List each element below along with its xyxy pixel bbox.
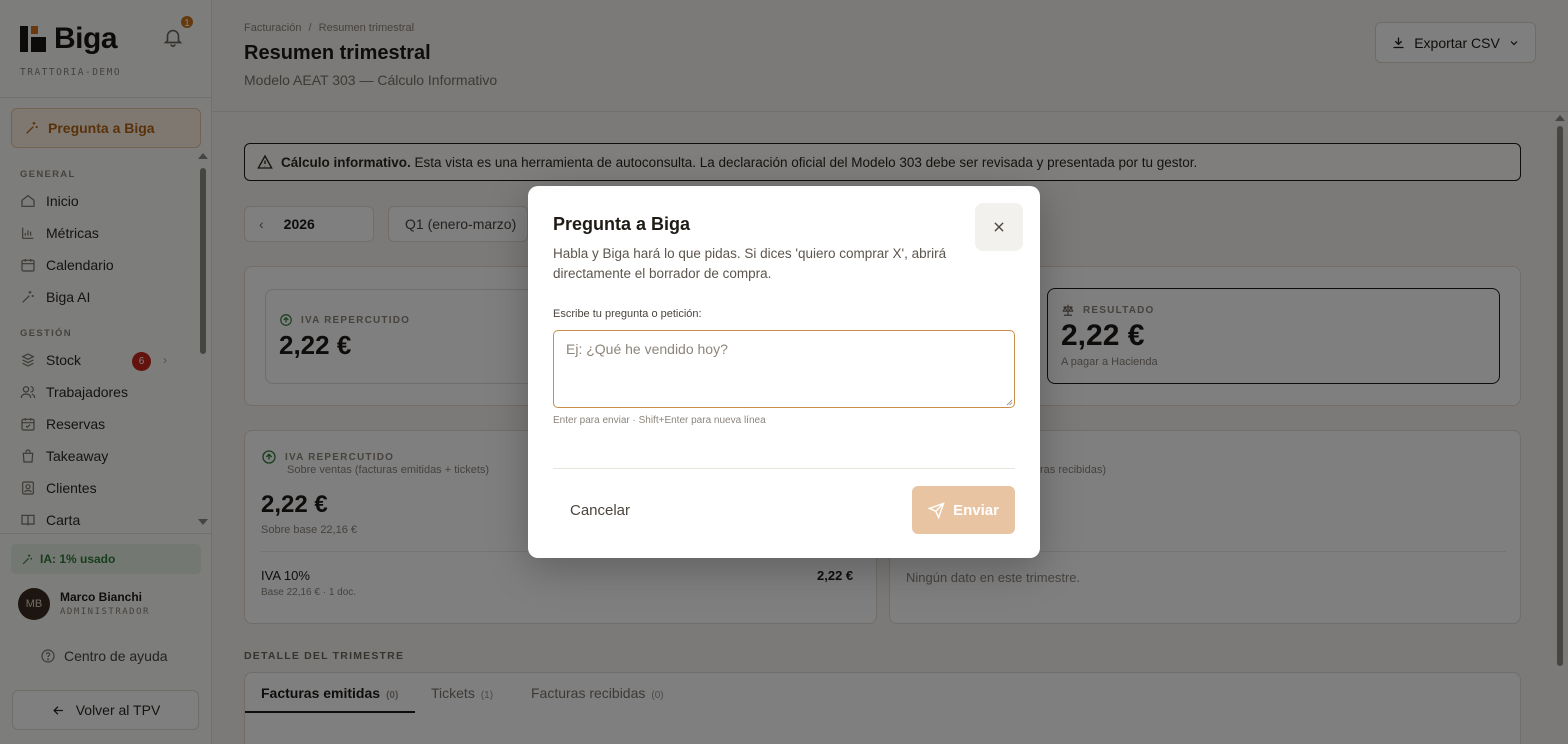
close-icon <box>994 222 1004 232</box>
cancel-button[interactable]: Cancelar <box>553 486 647 534</box>
send-icon <box>928 501 945 519</box>
input-hint: Enter para enviar · Shift+Enter para nue… <box>553 415 766 426</box>
divider <box>553 468 1015 469</box>
question-input[interactable] <box>553 330 1015 408</box>
dialog-description: Habla y Biga hará lo que pidas. Si dices… <box>553 246 947 281</box>
dialog-title: Pregunta a Biga <box>553 214 691 234</box>
resize-grip-icon[interactable] <box>1006 399 1013 406</box>
send-label: Enviar <box>953 501 999 519</box>
send-button[interactable]: Enviar <box>912 486 1015 534</box>
close-button[interactable] <box>975 203 1023 251</box>
ask-biga-dialog: Pregunta a Biga Habla y Biga hará lo que… <box>528 186 1040 558</box>
question-field-label: Escribe tu pregunta o petición: <box>553 308 702 320</box>
